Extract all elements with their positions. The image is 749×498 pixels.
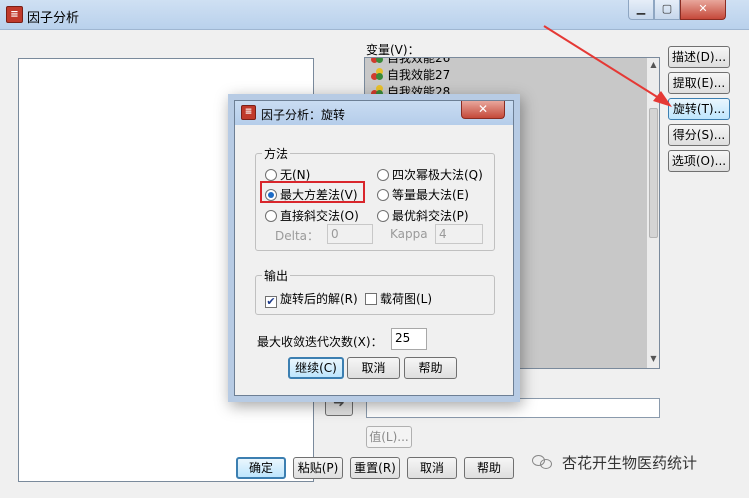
arrow-right-icon: ➜ xyxy=(333,395,345,411)
dialog-help-button[interactable]: 帮助 xyxy=(404,357,457,379)
watermark: 杏花开生物医药统计 xyxy=(532,452,697,473)
radio-icon xyxy=(377,210,389,222)
radio-equamax[interactable]: 等量最大法(E) xyxy=(377,186,469,203)
ok-button[interactable]: 确定 xyxy=(236,457,286,479)
checkbox-empty-icon xyxy=(365,293,377,305)
selection-variable-field[interactable] xyxy=(366,398,660,418)
cancel-button[interactable]: 取消 xyxy=(407,457,457,479)
radio-icon xyxy=(265,169,277,181)
kappa-input[interactable]: 4 xyxy=(435,224,483,244)
rotated-solution-checkbox[interactable]: ✔ 旋转后的解(R) xyxy=(265,290,358,308)
spss-app-icon: ≡ xyxy=(6,6,23,23)
dialog-title: 因子分析：旋转 xyxy=(261,108,346,122)
rotation-dialog: ≡ 因子分析：旋转 ✕ 方法 无(N) 四次幂极大法(Q) 最大方差法(V) 等… xyxy=(234,100,514,396)
radio-icon xyxy=(265,210,277,222)
minimize-icon[interactable]: ▁ xyxy=(628,0,654,20)
wechat-icon xyxy=(532,453,554,471)
max-iterations-label: 最大收敛迭代次数(X)： xyxy=(257,335,383,349)
radio-icon xyxy=(377,169,389,181)
delta-input[interactable]: 0 xyxy=(327,224,373,244)
loading-plot-checkbox[interactable]: 载荷图(L) xyxy=(365,290,432,307)
radio-icon xyxy=(377,189,389,201)
radio-oblimin[interactable]: 直接斜交法(O) xyxy=(265,207,359,224)
radio-promax[interactable]: 最优斜交法(P) xyxy=(377,207,469,224)
dialog-close-icon[interactable]: ✕ xyxy=(461,101,505,119)
output-group-label: 输出 xyxy=(264,269,289,283)
scale-variable-icon xyxy=(371,58,384,64)
radio-varimax[interactable]: 最大方差法(V) xyxy=(265,186,358,203)
radio-selected-icon xyxy=(265,189,277,201)
delta-label: Delta： xyxy=(275,229,320,243)
scroll-down-icon[interactable]: ▼ xyxy=(647,354,659,363)
annotation-arrow xyxy=(543,25,672,107)
close-icon[interactable]: ✕ xyxy=(680,0,726,20)
kappa-label: Kappa xyxy=(390,227,428,241)
options-button[interactable]: 选项(O)... xyxy=(668,150,730,172)
dialog-titlebar: ≡ 因子分析：旋转 ✕ xyxy=(235,101,513,125)
paste-button[interactable]: 粘贴(P) xyxy=(293,457,343,479)
scale-variable-icon xyxy=(371,85,384,98)
value-button[interactable]: 值(L)... xyxy=(366,426,412,448)
list-item[interactable]: 自我效能26 xyxy=(371,58,450,67)
scroll-thumb[interactable] xyxy=(649,108,658,238)
list-item[interactable]: 自我效能27 xyxy=(371,67,450,84)
variables-label: 变量(V)： xyxy=(366,43,420,57)
method-group-label: 方法 xyxy=(264,147,289,161)
reset-button[interactable]: 重置(R) xyxy=(350,457,400,479)
list-item[interactable]: 自我效能28 xyxy=(371,84,450,101)
maximize-icon[interactable]: ▢ xyxy=(654,0,680,20)
main-window-title: 因子分析 xyxy=(27,11,80,26)
scale-variable-icon xyxy=(371,68,384,81)
radio-quartimax[interactable]: 四次幂极大法(Q) xyxy=(377,166,483,183)
dialog-app-icon: ≡ xyxy=(241,105,256,120)
continue-button[interactable]: 继续(C) xyxy=(288,357,344,379)
help-button[interactable]: 帮助 xyxy=(464,457,514,479)
max-iterations-input[interactable]: 25 xyxy=(391,328,427,350)
checkmark-icon: ✔ xyxy=(265,295,277,308)
dialog-cancel-button[interactable]: 取消 xyxy=(347,357,400,379)
scores-button[interactable]: 得分(S)... xyxy=(668,124,730,146)
